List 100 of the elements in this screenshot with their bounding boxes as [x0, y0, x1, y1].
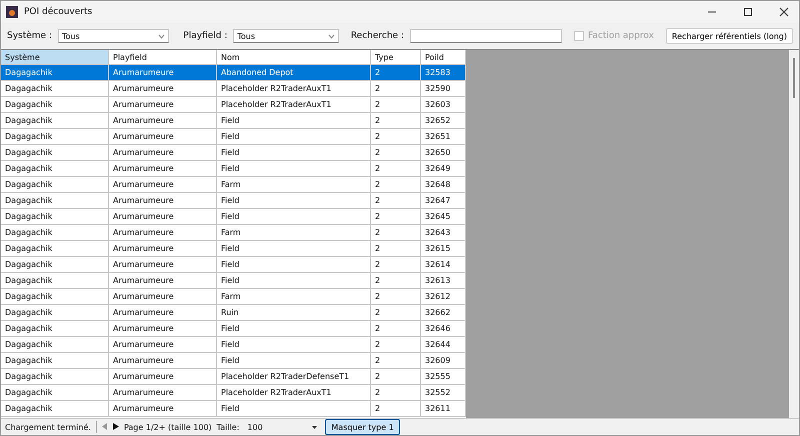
close-icon [779, 7, 789, 17]
table-cell: Arumarumeure [109, 289, 217, 305]
table-cell: Field [217, 145, 371, 161]
table-cell: Field [217, 161, 371, 177]
table-cell: 2 [371, 65, 421, 81]
table-cell: 32583 [421, 65, 466, 81]
table-cell: 2 [371, 353, 421, 369]
table-cell: 32614 [421, 257, 466, 273]
column-header[interactable]: Playfield [109, 50, 217, 65]
table-cell: Farm [217, 289, 371, 305]
table-cell: Placeholder R2TraderDefenseT1 [217, 369, 371, 385]
table-cell: Arumarumeure [109, 337, 217, 353]
table-cell: Arumarumeure [109, 273, 217, 289]
hide-type-button[interactable]: Masquer type 1 [325, 419, 400, 435]
previous-page-icon[interactable] [102, 422, 108, 432]
next-page-icon[interactable] [112, 422, 119, 432]
table-cell: Dagagachik [1, 289, 109, 305]
table-cell: Arumarumeure [109, 81, 217, 97]
table-cell: Placeholder R2TraderAuxT1 [217, 97, 371, 113]
table-cell: 32652 [421, 113, 466, 129]
table-cell: Dagagachik [1, 401, 109, 417]
table-cell: Dagagachik [1, 97, 109, 113]
table-cell: 2 [371, 241, 421, 257]
playfield-dropdown[interactable]: Tous [233, 29, 339, 43]
status-message: Chargement terminé. [5, 422, 91, 432]
table-cell: 32651 [421, 129, 466, 145]
table-cell: 32612 [421, 289, 466, 305]
reload-button[interactable]: Recharger référentiels (long) [666, 28, 793, 44]
table-cell: Field [217, 401, 371, 417]
table-cell: Dagagachik [1, 193, 109, 209]
search-label: Recherche : [350, 31, 404, 41]
table-cell: 2 [371, 257, 421, 273]
table-cell: 32613 [421, 273, 466, 289]
table-cell: Arumarumeure [109, 65, 217, 81]
table-cell: Dagagachik [1, 305, 109, 321]
size-dropdown[interactable]: 100 [244, 420, 320, 434]
table-cell: Arumarumeure [109, 401, 217, 417]
table-cell: 32555 [421, 369, 466, 385]
table-cell: 32643 [421, 225, 466, 241]
table-cell: Field [217, 113, 371, 129]
table-cell: Dagagachik [1, 273, 109, 289]
table-cell: 2 [371, 385, 421, 401]
table-cell: Farm [217, 177, 371, 193]
window-title: POI découverts [24, 7, 92, 17]
table-cell: Dagagachik [1, 145, 109, 161]
column-header[interactable]: Poild [421, 50, 466, 65]
table-cell: 2 [371, 209, 421, 225]
column-header[interactable]: Système [1, 50, 109, 65]
table-cell: 32603 [421, 97, 466, 113]
table-cell: Abandoned Depot [217, 65, 371, 81]
table-cell: Arumarumeure [109, 209, 217, 225]
table-cell: Arumarumeure [109, 257, 217, 273]
table-cell: 2 [371, 177, 421, 193]
size-label: Taille: [216, 422, 240, 432]
search-field[interactable] [410, 29, 562, 43]
caret-icon [312, 426, 318, 428]
table-cell: Dagagachik [1, 113, 109, 129]
table-cell: Ruin [217, 305, 371, 321]
table-cell: Arumarumeure [109, 241, 217, 257]
table-cell: 32645 [421, 209, 466, 225]
table-cell: Placeholder R2TraderAuxT1 [217, 385, 371, 401]
table-cell: Arumarumeure [109, 305, 217, 321]
table-cell: 2 [371, 193, 421, 209]
table-cell: Arumarumeure [109, 97, 217, 113]
table-cell: Field [217, 193, 371, 209]
table-cell: Field [217, 337, 371, 353]
system-dropdown[interactable]: Tous [58, 29, 170, 43]
table-cell: Arumarumeure [109, 385, 217, 401]
table-cell: 32662 [421, 305, 466, 321]
table-cell: 2 [371, 401, 421, 417]
table-cell: Field [217, 209, 371, 225]
table-cell: 32650 [421, 145, 466, 161]
table-cell: Dagagachik [1, 385, 109, 401]
table-cell: 2 [371, 81, 421, 97]
table-cell: Arumarumeure [109, 177, 217, 193]
table-cell: 2 [371, 305, 421, 321]
table-cell: 32646 [421, 321, 466, 337]
table-cell: 32590 [421, 81, 466, 97]
table-cell: Field [217, 129, 371, 145]
scrollbar-thumb[interactable] [793, 58, 795, 98]
table-cell: 32649 [421, 161, 466, 177]
table-cell: 32644 [421, 337, 466, 353]
column-header[interactable]: Type [371, 50, 421, 65]
system-label: Système : [7, 31, 52, 41]
column-header[interactable]: Nom [217, 50, 371, 65]
table-cell: 2 [371, 129, 421, 145]
table-cell: Dagagachik [1, 321, 109, 337]
table-cell: 2 [371, 289, 421, 305]
app-icon [6, 6, 18, 18]
table-cell: Placeholder R2TraderAuxT1 [217, 81, 371, 97]
table-cell: Dagagachik [1, 257, 109, 273]
table-cell: Arumarumeure [109, 353, 217, 369]
table-cell: 32647 [421, 193, 466, 209]
page-indicator: Page 1/2+ (taille 100) [124, 422, 212, 432]
table-cell: 32609 [421, 353, 466, 369]
table-cell: Field [217, 257, 371, 273]
table-cell: Dagagachik [1, 369, 109, 385]
table-cell: Dagagachik [1, 353, 109, 369]
table-cell: 2 [371, 273, 421, 289]
table-cell: Dagagachik [1, 225, 109, 241]
